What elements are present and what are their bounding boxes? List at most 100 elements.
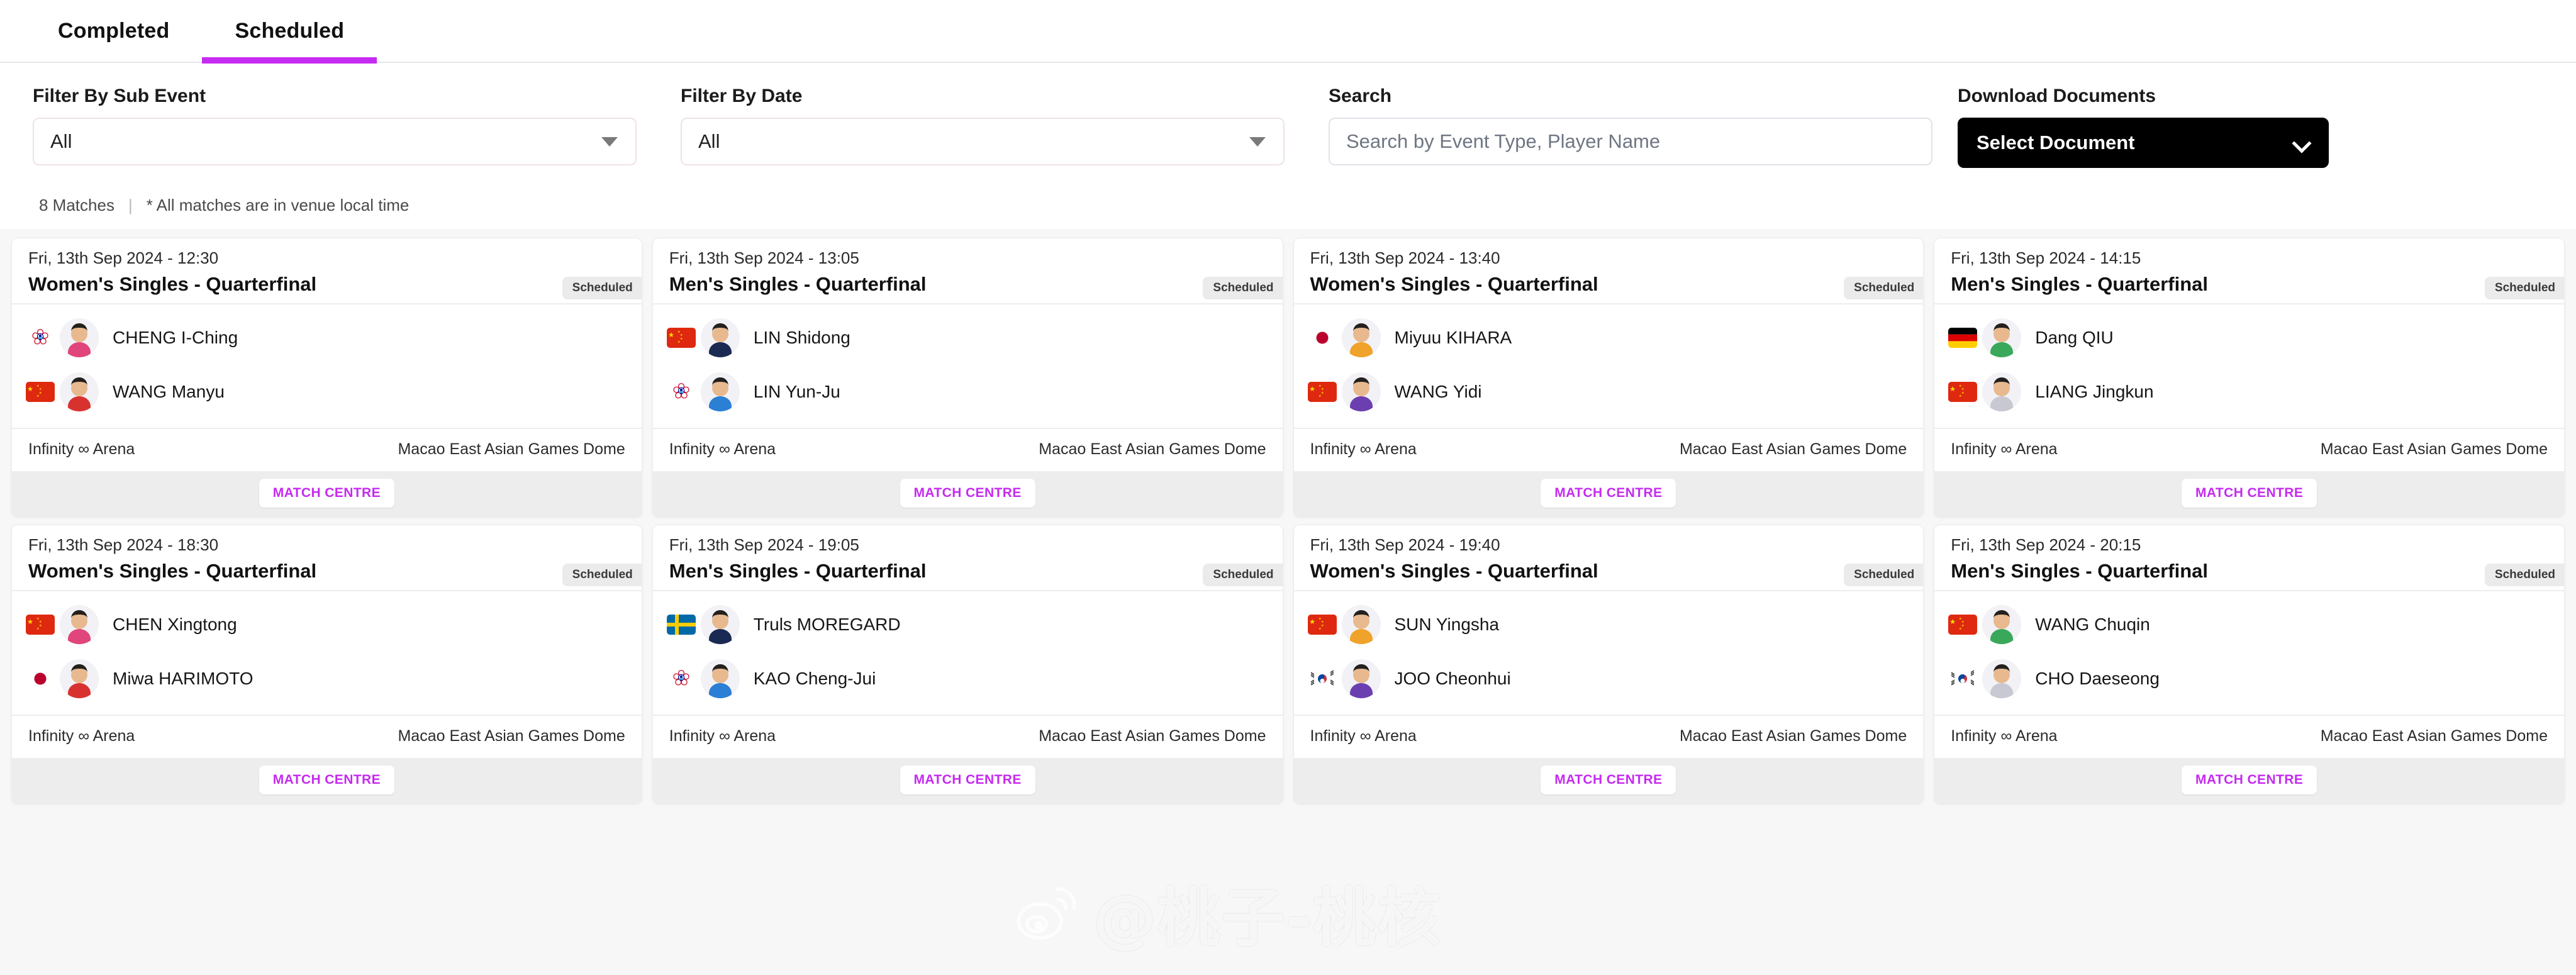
player-row[interactable]: ★ ★ ★ ★ ★ WANG Yidi <box>1294 365 1924 419</box>
match-centre-button[interactable]: MATCH CENTRE <box>259 479 394 508</box>
player-portrait <box>1341 318 1381 357</box>
venue-hall: Infinity ∞ Arena <box>669 727 776 745</box>
venue-hall: Infinity ∞ Arena <box>1951 727 2058 745</box>
venue-name: Macao East Asian Games Dome <box>1679 440 1907 458</box>
select-document-label: Select Document <box>1977 131 2135 153</box>
match-datetime: Fri, 13th Sep 2024 - 13:05 <box>669 248 859 267</box>
match-card[interactable]: Fri, 13th Sep 2024 - 12:30 Women's Single… <box>11 238 642 517</box>
match-event-title: Men's Singles - Quarterfinal <box>669 273 927 295</box>
chevron-down-icon <box>2294 135 2310 151</box>
status-badge: Scheduled <box>562 277 642 299</box>
download-documents-label: Download Documents <box>1958 86 2156 106</box>
watermark: @桃子-桃核 <box>1013 867 1442 958</box>
flag-chinese-taipei-icon <box>666 382 696 402</box>
flag-south-korea-icon <box>1948 669 1978 689</box>
match-card[interactable]: Fri, 13th Sep 2024 - 13:05 Men's Singles … <box>652 238 1283 517</box>
player-list: Truls MOREGARD KAO Cheng-Jui <box>652 590 1283 715</box>
player-row[interactable]: Miyuu KIHARA <box>1294 311 1924 365</box>
player-name: WANG Chuqin <box>2035 615 2150 634</box>
status-badge: Scheduled <box>1844 277 1924 299</box>
svg-text:★: ★ <box>1959 394 1962 398</box>
match-card-header: Fri, 13th Sep 2024 - 18:30 Women's Single… <box>12 525 642 590</box>
flag-china-icon: ★ ★ ★ ★ ★ <box>26 382 55 402</box>
select-document-button[interactable]: Select Document <box>1958 118 2329 168</box>
flag-chinese-taipei-icon <box>26 328 55 348</box>
match-card[interactable]: Fri, 13th Sep 2024 - 20:15 Men's Singles … <box>1934 525 2565 804</box>
filter-date-select[interactable]: All <box>681 118 1285 165</box>
svg-text:★: ★ <box>1319 627 1322 631</box>
player-row[interactable]: ★ ★ ★ ★ ★ WANG Chuqin <box>1934 598 2564 652</box>
filter-sub-event-select[interactable]: All <box>33 118 637 165</box>
flag-sweden-icon <box>666 615 696 635</box>
player-list: Miyuu KIHARA ★ ★ ★ ★ ★ WANG Yidi <box>1293 303 1924 428</box>
svg-text:★: ★ <box>1949 386 1956 393</box>
match-card-footer: MATCH CENTRE <box>1934 471 2564 516</box>
player-name: SUN Yingsha <box>1394 615 1500 634</box>
venue-name: Macao East Asian Games Dome <box>398 727 625 745</box>
player-row[interactable]: ★ ★ ★ ★ ★ LIN Shidong <box>653 311 1283 365</box>
player-row[interactable]: Dang QIU <box>1934 311 2564 365</box>
search-label: Search <box>1329 86 1392 106</box>
tab-completed-label: Completed <box>58 18 170 43</box>
status-badge: Scheduled <box>2484 564 2564 586</box>
search-input[interactable]: Search by Event Type, Player Name <box>1329 118 1932 165</box>
match-centre-button[interactable]: MATCH CENTRE <box>259 766 394 794</box>
svg-text:★: ★ <box>680 337 683 341</box>
filter-bar: Filter By Sub Event All Filter By Date A… <box>0 63 2576 183</box>
player-portrait <box>60 659 99 698</box>
match-card-header: Fri, 13th Sep 2024 - 13:40 Women's Single… <box>1294 238 1924 303</box>
match-event-title: Men's Singles - Quarterfinal <box>1951 560 2208 582</box>
match-datetime: Fri, 13th Sep 2024 - 13:40 <box>1310 248 1500 267</box>
tab-scheduled[interactable]: Scheduled <box>202 0 377 64</box>
status-badge: Scheduled <box>1203 277 1283 299</box>
flag-japan-icon <box>1307 328 1337 348</box>
player-portrait <box>700 372 740 411</box>
player-row[interactable]: ★ ★ ★ ★ ★ LIANG Jingkun <box>1934 365 2564 419</box>
filter-date-value: All <box>698 130 720 152</box>
filter-sub-event-group: Filter By Sub Event All <box>33 86 681 168</box>
venue-hall: Infinity ∞ Arena <box>1310 440 1417 458</box>
svg-text:★: ★ <box>1309 386 1315 393</box>
match-centre-button[interactable]: MATCH CENTRE <box>900 766 1035 794</box>
player-row[interactable]: LIN Yun-Ju <box>653 365 1283 419</box>
player-name: Miyuu KIHARA <box>1394 328 1512 347</box>
svg-text:★: ★ <box>39 391 42 395</box>
svg-text:★: ★ <box>1961 391 1965 395</box>
svg-text:★: ★ <box>36 627 40 631</box>
matches-meta: 8 Matches | * All matches are in venue l… <box>0 183 2576 229</box>
player-list: ★ ★ ★ ★ ★ CHEN Xingtong Miwa HARIMOTO <box>12 590 642 715</box>
match-centre-button[interactable]: MATCH CENTRE <box>2182 479 2317 508</box>
match-card-header: Fri, 13th Sep 2024 - 19:05 Men's Singles … <box>653 525 1283 590</box>
match-card[interactable]: Fri, 13th Sep 2024 - 19:05 Men's Singles … <box>652 525 1283 804</box>
match-datetime: Fri, 13th Sep 2024 - 19:05 <box>669 535 859 554</box>
venue-row: Infinity ∞ Arena Macao East Asian Games D… <box>652 428 1283 471</box>
match-card[interactable]: Fri, 13th Sep 2024 - 13:40 Women's Single… <box>1293 238 1924 517</box>
status-badge: Scheduled <box>1844 564 1924 586</box>
match-centre-button[interactable]: MATCH CENTRE <box>1541 766 1676 794</box>
player-row[interactable]: ★ ★ ★ ★ ★ SUN Yingsha <box>1294 598 1924 652</box>
match-centre-button[interactable]: MATCH CENTRE <box>1541 479 1676 508</box>
player-row[interactable]: ★ ★ ★ ★ ★ CHEN Xingtong <box>12 598 642 652</box>
match-card-footer: MATCH CENTRE <box>12 471 642 516</box>
player-row[interactable]: JOO Cheonhui <box>1294 652 1924 706</box>
match-centre-button[interactable]: MATCH CENTRE <box>2182 766 2317 794</box>
filter-date-group: Filter By Date All <box>681 86 1329 168</box>
match-datetime: Fri, 13th Sep 2024 - 19:40 <box>1310 535 1500 554</box>
venue-hall: Infinity ∞ Arena <box>669 440 776 458</box>
player-row[interactable]: Miwa HARIMOTO <box>12 652 642 706</box>
player-list: CHENG I-Ching ★ ★ ★ ★ ★ WANG Manyu <box>12 303 642 428</box>
player-row[interactable]: CHENG I-Ching <box>12 311 642 365</box>
match-card[interactable]: Fri, 13th Sep 2024 - 18:30 Women's Single… <box>11 525 642 804</box>
svg-text:★: ★ <box>1959 627 1962 631</box>
svg-text:★: ★ <box>36 394 40 398</box>
tab-completed[interactable]: Completed <box>25 0 202 62</box>
player-row[interactable]: KAO Cheng-Jui <box>653 652 1283 706</box>
match-card[interactable]: Fri, 13th Sep 2024 - 14:15 Men's Singles … <box>1934 238 2565 517</box>
match-centre-button[interactable]: MATCH CENTRE <box>900 479 1035 508</box>
player-row[interactable]: CHO Daeseong <box>1934 652 2564 706</box>
match-event-title: Men's Singles - Quarterfinal <box>669 560 927 582</box>
match-card[interactable]: Fri, 13th Sep 2024 - 19:40 Women's Single… <box>1293 525 1924 804</box>
player-row[interactable]: ★ ★ ★ ★ ★ WANG Manyu <box>12 365 642 419</box>
svg-text:★: ★ <box>1321 624 1324 628</box>
player-row[interactable]: Truls MOREGARD <box>653 598 1283 652</box>
